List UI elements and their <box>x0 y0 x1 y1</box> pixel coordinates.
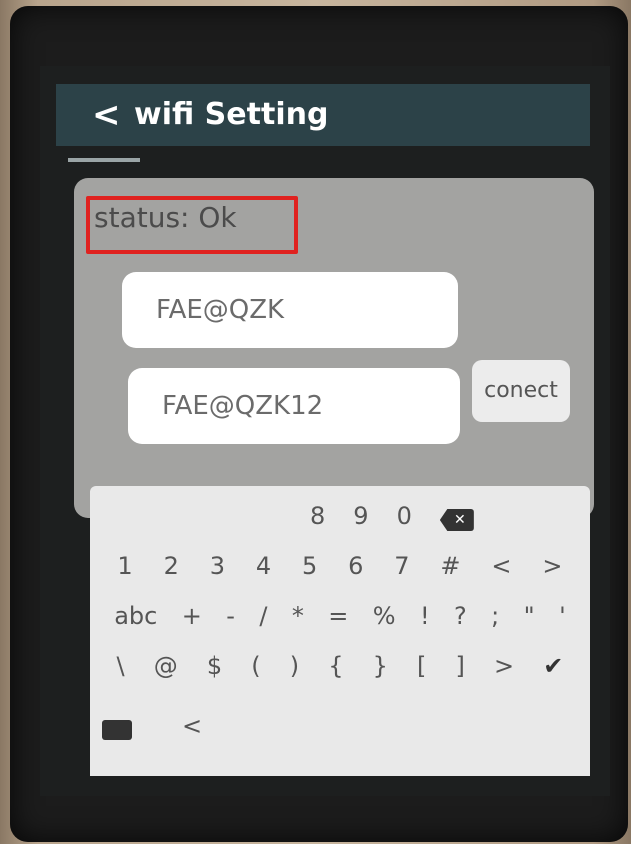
key[interactable]: ] <box>455 646 464 686</box>
keyboard-row-3: abc + - / * = % ! ? ; " ' <box>90 596 590 636</box>
key[interactable]: % <box>373 596 396 636</box>
back-icon[interactable]: < <box>92 92 121 138</box>
key[interactable]: $ <box>207 646 222 686</box>
keyboard-row-5: < <box>90 706 590 746</box>
key[interactable]: \ <box>117 646 125 686</box>
backspace-icon: ✕ <box>439 509 474 531</box>
keyboard-toggle-key[interactable] <box>102 706 132 746</box>
device-bezel: < wifi Setting status: Ok FAE@QZK FAE@QZ… <box>10 6 628 842</box>
key[interactable]: 8 <box>310 496 325 536</box>
key[interactable]: - <box>226 596 235 636</box>
key[interactable]: > <box>542 546 562 586</box>
wifi-panel: status: Ok FAE@QZK FAE@QZK12 conect <box>74 178 594 518</box>
connect-button[interactable]: conect <box>472 360 570 422</box>
keyboard-row-4: \ @ $ ( ) { } [ ] > ✔ <box>90 646 590 686</box>
key[interactable]: * <box>292 596 304 636</box>
key[interactable]: 9 <box>353 496 368 536</box>
key[interactable]: / <box>259 596 267 636</box>
key[interactable]: @ <box>154 646 178 686</box>
keyboard-icon <box>102 720 132 740</box>
checkmark-icon[interactable]: ✔ <box>543 646 563 686</box>
key[interactable]: 6 <box>348 546 363 586</box>
key[interactable]: ' <box>559 596 566 636</box>
key[interactable]: + <box>182 596 202 636</box>
key[interactable]: 1 <box>117 546 132 586</box>
password-input[interactable]: FAE@QZK12 <box>128 368 460 444</box>
on-screen-keyboard: 8 9 0 ✕ 1 2 3 4 5 6 7 # < > abc + - / * … <box>90 486 590 776</box>
keyboard-row-2: 1 2 3 4 5 6 7 # < > <box>90 546 590 586</box>
backspace-key[interactable]: ✕ <box>439 496 474 536</box>
key[interactable]: 5 <box>302 546 317 586</box>
cursor-left-key[interactable]: < <box>182 706 202 746</box>
key[interactable]: = <box>328 596 348 636</box>
mode-key-abc[interactable]: abc <box>114 596 157 636</box>
key[interactable]: 7 <box>394 546 409 586</box>
ssid-input[interactable]: FAE@QZK <box>122 272 458 348</box>
key[interactable]: ? <box>454 596 467 636</box>
key[interactable]: 2 <box>164 546 179 586</box>
key[interactable]: { <box>328 646 343 686</box>
keyboard-row-1: 8 9 0 ✕ <box>90 496 590 536</box>
title-underline <box>68 158 140 162</box>
key[interactable]: ( <box>251 646 260 686</box>
key[interactable]: [ <box>417 646 426 686</box>
screen: < wifi Setting status: Ok FAE@QZK FAE@QZ… <box>40 66 610 796</box>
key[interactable]: ) <box>290 646 299 686</box>
key[interactable]: 4 <box>256 546 271 586</box>
key[interactable]: 0 <box>397 496 412 536</box>
key[interactable]: # <box>440 546 460 586</box>
key[interactable]: " <box>524 596 535 636</box>
key[interactable]: 3 <box>210 546 225 586</box>
key[interactable]: ! <box>420 596 430 636</box>
key[interactable]: } <box>373 646 388 686</box>
key[interactable]: ; <box>491 596 499 636</box>
status-text: status: Ok <box>94 201 237 234</box>
key[interactable]: < <box>491 546 511 586</box>
cursor-right-key[interactable]: > <box>494 646 514 686</box>
page-title: wifi Setting <box>134 97 329 132</box>
header-bar: < wifi Setting <box>56 84 590 146</box>
